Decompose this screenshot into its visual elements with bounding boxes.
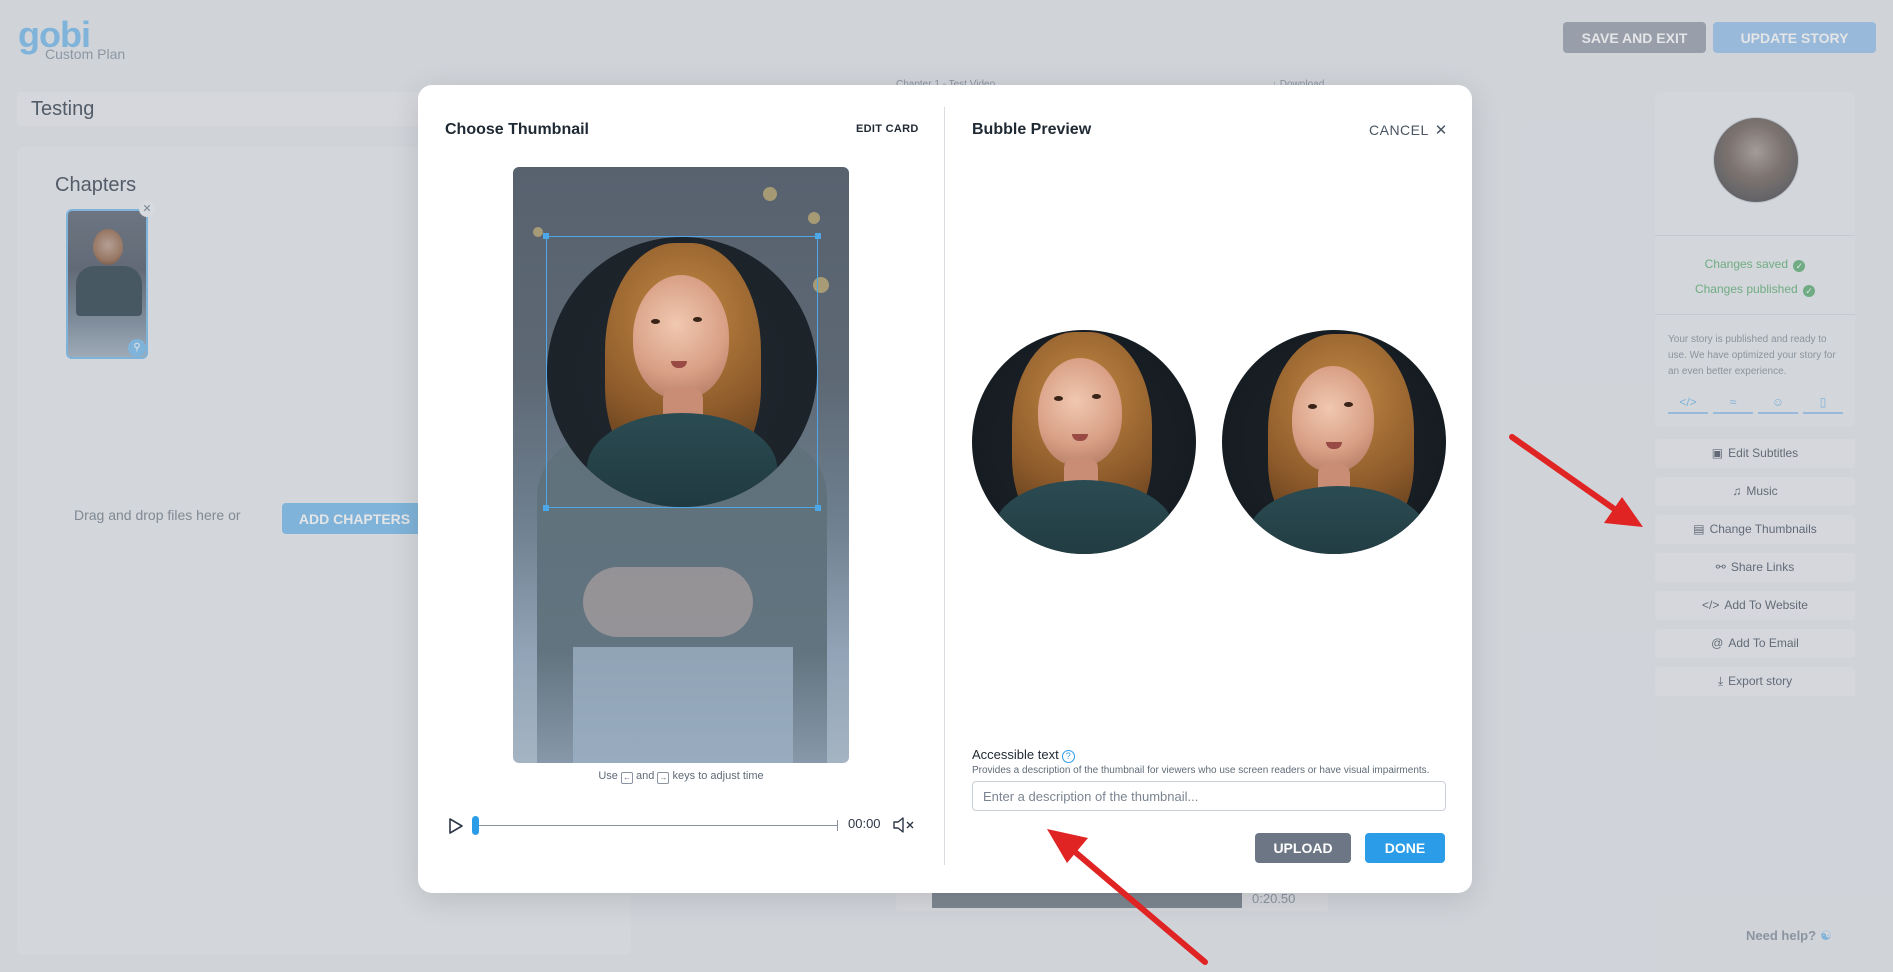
arrow-left-key-icon: ←: [620, 772, 633, 784]
cancel-label: CANCEL: [1369, 122, 1429, 138]
bokeh-light: [533, 227, 543, 237]
accessible-text-label: Accessible text?: [972, 747, 1075, 763]
keys-hint-and: and: [636, 770, 655, 782]
portrait-face: [1038, 358, 1122, 466]
bubble-preview-animated: [1222, 330, 1446, 554]
choose-thumbnail-title: Choose Thumbnail: [445, 121, 589, 138]
play-icon[interactable]: [448, 817, 464, 835]
keys-hint: Use ← and → keys to adjust time: [513, 770, 849, 784]
bokeh-light: [763, 187, 777, 201]
portrait-eye: [1308, 404, 1317, 409]
accessible-text-help: Provides a description of the thumbnail …: [972, 765, 1430, 776]
video-hands: [583, 567, 753, 637]
portrait-eye: [1344, 402, 1353, 407]
arrow-right-key-icon: →: [657, 772, 670, 784]
bokeh-light: [808, 212, 820, 224]
bubble-preview-selected: [972, 330, 1196, 554]
thumbnail-modal: Choose Thumbnail EDIT CARD Use ← and → k…: [418, 85, 1472, 893]
scrubber-end-marker: [837, 820, 838, 831]
portrait-eye: [693, 317, 702, 322]
scrubber-track[interactable]: [475, 825, 838, 826]
accessible-text-input[interactable]: [972, 781, 1446, 811]
scrubber-handle[interactable]: [472, 816, 479, 835]
crop-selection[interactable]: [543, 233, 821, 511]
edit-card-link[interactable]: EDIT CARD: [856, 123, 919, 135]
modal-divider: [944, 107, 945, 865]
keys-hint-prefix: Use: [598, 770, 618, 782]
crop-handle-top-left[interactable]: [543, 233, 549, 239]
info-icon[interactable]: ?: [1061, 750, 1075, 763]
crop-circle-preview: [547, 237, 817, 507]
portrait-eye: [1092, 394, 1101, 399]
done-button[interactable]: DONE: [1365, 833, 1445, 863]
mute-icon[interactable]: [892, 815, 916, 835]
crop-handle-bottom-left[interactable]: [543, 505, 549, 511]
bubble-preview-title: Bubble Preview: [972, 121, 1092, 138]
keys-hint-suffix: keys to adjust time: [672, 770, 764, 782]
portrait-eye: [1054, 396, 1063, 401]
crop-handle-top-right[interactable]: [815, 233, 821, 239]
portrait-face: [633, 275, 729, 399]
upload-button[interactable]: UPLOAD: [1255, 833, 1351, 863]
close-icon: ✕: [1434, 122, 1448, 139]
portrait-eye: [651, 319, 660, 324]
cancel-button[interactable]: CANCEL ✕: [1369, 121, 1448, 139]
accessible-text-heading: Accessible text: [972, 747, 1059, 762]
crop-handle-bottom-right[interactable]: [815, 505, 821, 511]
video-jeans: [573, 647, 793, 763]
time-display: 00:00: [848, 816, 881, 831]
portrait-face: [1292, 366, 1374, 472]
